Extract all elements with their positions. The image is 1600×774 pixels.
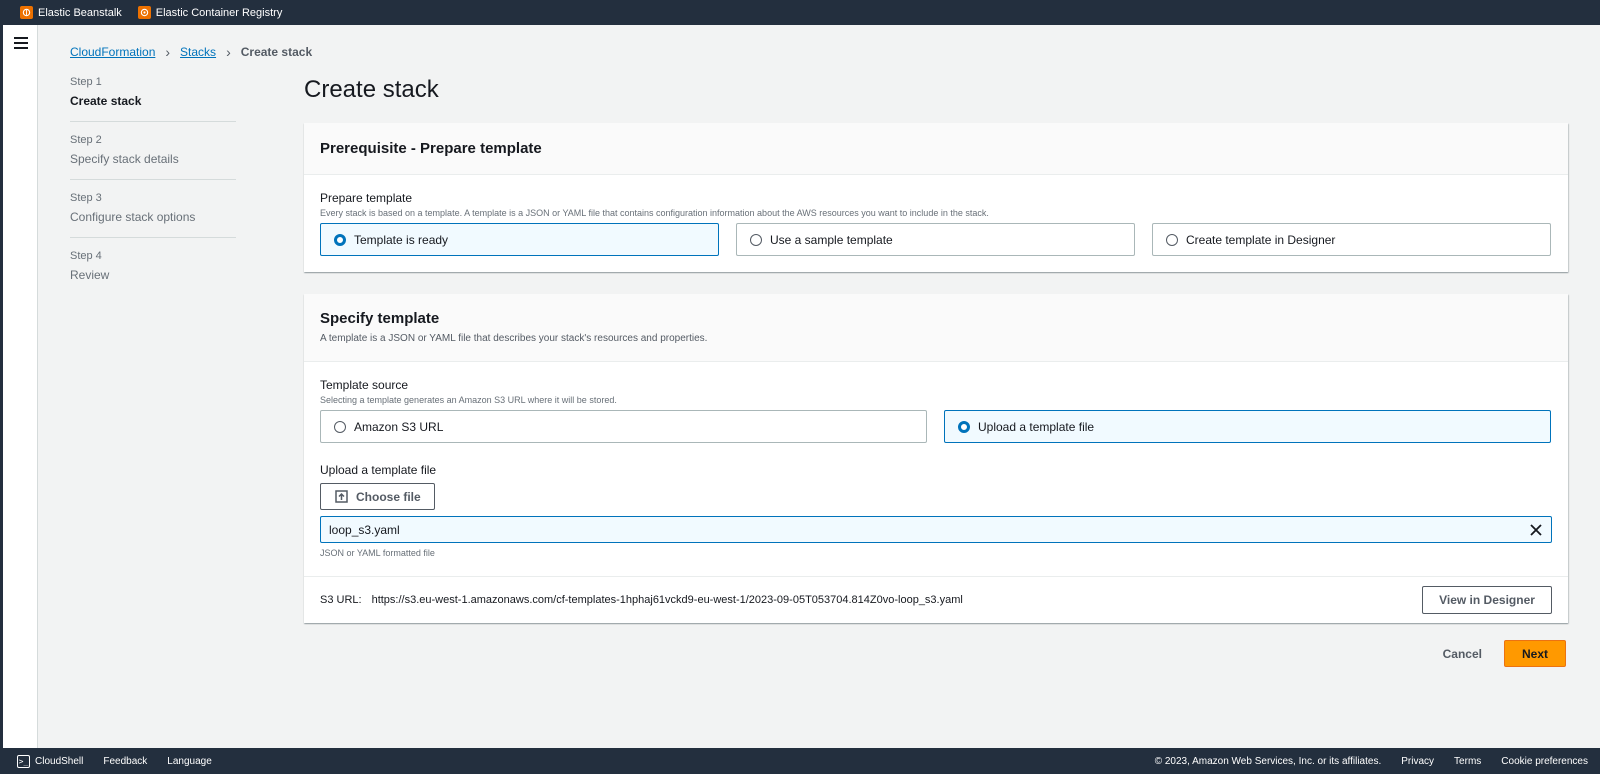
step-3: Step 3 Configure stack options: [70, 192, 236, 238]
template-source-options: Amazon S3 URL Upload a template file: [320, 410, 1552, 443]
step-2: Step 2 Specify stack details: [70, 134, 236, 180]
step-label: Configure stack options: [70, 210, 196, 224]
option-upload-template-file[interactable]: Upload a template file: [944, 410, 1551, 443]
option-label: Create template in Designer: [1186, 232, 1336, 247]
selected-file-token: loop_s3.yaml: [320, 516, 1552, 543]
prepare-template-panel: Prerequisite - Prepare template Prepare …: [304, 123, 1568, 272]
radio-icon: [334, 420, 346, 433]
choose-file-button[interactable]: Choose file: [320, 483, 435, 510]
s3-url-value: https://s3.eu-west-1.amazonaws.com/cf-te…: [371, 594, 963, 606]
option-create-in-designer[interactable]: Create template in Designer: [1152, 223, 1551, 256]
prepare-template-options: Template is ready Use a sample template …: [320, 223, 1552, 256]
button-label: Choose file: [356, 489, 421, 504]
panel-header: Specify template A template is a JSON or…: [304, 294, 1568, 362]
wizard-steps: Step 1 Create stack Step 2 Specify stack…: [70, 76, 236, 307]
step-label: Specify stack details: [70, 152, 179, 166]
s3-url-row: S3 URL: https://s3.eu-west-1.amazonaws.c…: [304, 576, 1568, 623]
side-navigation-rail: [0, 25, 38, 748]
field-label: Upload a template file: [320, 463, 437, 477]
step-number: Step 1: [70, 76, 102, 88]
step-number: Step 3: [70, 192, 102, 204]
field-label: Prepare template: [320, 191, 413, 205]
panel-title: Prerequisite - Prepare template: [320, 140, 542, 157]
form-actions: Cancel Next: [1443, 640, 1566, 667]
panel-description: A template is a JSON or YAML file that d…: [320, 333, 708, 344]
step-1: Step 1 Create stack: [70, 76, 236, 122]
chevron-right-icon: ›: [226, 44, 231, 60]
cancel-button[interactable]: Cancel: [1443, 647, 1482, 661]
ecr-icon: [137, 6, 151, 19]
favorite-label: Elastic Container Registry: [155, 6, 283, 19]
close-icon[interactable]: [1529, 523, 1543, 537]
radio-selected-icon: [958, 420, 970, 433]
option-label: Template is ready: [354, 232, 449, 247]
favorite-label: Elastic Beanstalk: [38, 6, 122, 19]
option-use-sample-template[interactable]: Use a sample template: [736, 223, 1135, 256]
option-amazon-s3-url[interactable]: Amazon S3 URL: [320, 410, 927, 443]
cloudshell-label: CloudShell: [35, 755, 84, 767]
terms-link[interactable]: Terms: [1454, 756, 1481, 767]
chevron-right-icon: ›: [165, 44, 171, 60]
s3-url-label: S3 URL:: [320, 594, 362, 606]
next-button[interactable]: Next: [1504, 640, 1566, 667]
panel-header: Prerequisite - Prepare template: [304, 123, 1568, 175]
view-in-designer-button[interactable]: View in Designer: [1422, 586, 1552, 614]
step-label: Review: [70, 268, 110, 282]
upload-icon: [335, 490, 348, 503]
option-label: Upload a template file: [978, 419, 1095, 434]
file-hint: JSON or YAML formatted file: [320, 548, 435, 558]
copyright: © 2023, Amazon Web Services, Inc. or its…: [1154, 755, 1382, 767]
panel-title: Specify template: [320, 310, 440, 327]
cookie-preferences-link[interactable]: Cookie preferences: [1501, 756, 1588, 767]
footer: >_ CloudShell Feedback Language © 2023, …: [0, 748, 1600, 774]
language-link[interactable]: Language: [167, 756, 212, 767]
file-name: loop_s3.yaml: [329, 522, 400, 537]
favorite-elastic-container-registry[interactable]: Elastic Container Registry: [137, 6, 283, 19]
radio-selected-icon: [334, 233, 346, 246]
cloudshell-button[interactable]: >_ CloudShell: [17, 754, 84, 768]
specify-template-panel: Specify template A template is a JSON or…: [304, 294, 1568, 623]
step-number: Step 4: [70, 250, 102, 262]
favorite-elastic-beanstalk[interactable]: Elastic Beanstalk: [20, 6, 122, 19]
page-title: Create stack: [304, 76, 439, 103]
option-label: Amazon S3 URL: [354, 419, 444, 434]
breadcrumb-cloudformation[interactable]: CloudFormation: [70, 45, 155, 59]
breadcrumb-stacks[interactable]: Stacks: [180, 45, 216, 59]
step-label: Create stack: [70, 94, 142, 108]
field-description: Selecting a template generates an Amazon…: [320, 395, 617, 405]
breadcrumb-current: Create stack: [240, 45, 313, 59]
field-label: Template source: [320, 378, 409, 392]
beanstalk-icon: [20, 6, 33, 19]
top-navigation-bar: Elastic Beanstalk Elastic Container Regi…: [0, 0, 1600, 25]
feedback-link[interactable]: Feedback: [103, 756, 147, 767]
step-4: Step 4 Review: [70, 250, 236, 295]
radio-icon: [750, 233, 762, 246]
option-template-is-ready[interactable]: Template is ready: [320, 223, 719, 256]
field-description: Every stack is based on a template. A te…: [320, 208, 989, 218]
option-label: Use a sample template: [770, 232, 893, 247]
radio-icon: [1166, 233, 1178, 246]
terminal-icon: >_: [17, 754, 30, 768]
privacy-link[interactable]: Privacy: [1401, 756, 1434, 767]
menu-icon[interactable]: [14, 37, 28, 49]
step-number: Step 2: [70, 134, 102, 146]
breadcrumb: CloudFormation › Stacks › Create stack: [70, 44, 312, 60]
